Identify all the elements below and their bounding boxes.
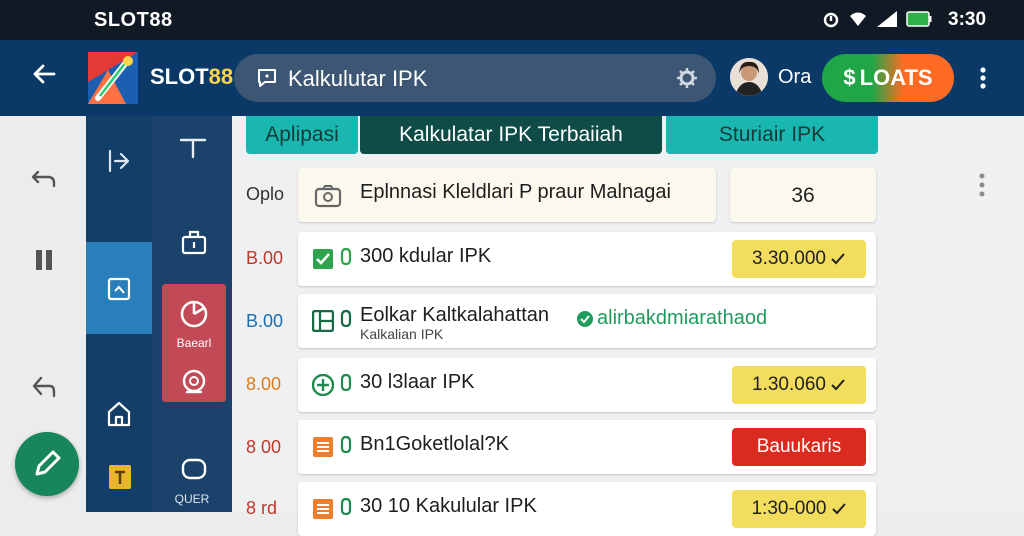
status-badge[interactable]: 1:30-000 [732, 490, 866, 528]
camera-icon [314, 184, 342, 213]
loats-label: LOATS [859, 65, 933, 90]
user-name[interactable]: Ora [778, 66, 811, 89]
text-icon[interactable] [178, 136, 208, 160]
collapse-icon[interactable] [106, 148, 132, 174]
search-input[interactable]: Kalkulutar IPK [288, 66, 427, 92]
undo-icon[interactable] [30, 164, 58, 192]
list-item-title: 30 l3laar IPK [360, 371, 475, 393]
status-badge[interactable]: 3.30.000 [732, 240, 866, 278]
list-item-title: 30 10 Kakulular IPK [360, 495, 537, 517]
pin-icon [340, 434, 352, 461]
nav-rail-primary [86, 116, 152, 512]
avatar[interactable] [730, 58, 768, 96]
row-label: B.00 [246, 311, 284, 331]
pin-icon [340, 308, 352, 335]
more-options-icon[interactable] [978, 66, 988, 95]
app-bar: SLOT88 Kalkulutar IPK Ora $ LOATS [0, 40, 1024, 116]
check-mark-icon [831, 253, 845, 265]
status-brand: SLOT88 [94, 9, 173, 31]
layout-icon [311, 309, 335, 337]
arrow-left-icon [33, 64, 56, 84]
list-item[interactable]: 30 l3laar IPK 1.30.060 [298, 358, 876, 412]
plus-circle-icon [311, 373, 335, 401]
check-mark-icon [831, 503, 846, 515]
alarm-icon [823, 12, 839, 28]
nav-rail-secondary: Baearl QUER [152, 116, 232, 512]
list-item[interactable]: Eolkar Kaltkalahattan Kalkalian IPK alir… [298, 294, 876, 348]
app-title-accent: 88 [208, 64, 234, 89]
reply-icon[interactable] [30, 372, 58, 400]
check-icon [312, 248, 334, 275]
count-value: 36 [791, 184, 815, 207]
settings-icon[interactable] [674, 66, 700, 95]
list-item[interactable]: 30 10 Kakulular IPK 1:30-000 [298, 482, 876, 536]
list-item-title: Eolkar Kaltkalahattan [360, 304, 550, 326]
chat-icon [256, 67, 278, 94]
app-logo[interactable] [88, 52, 138, 104]
chat-bubble-icon[interactable] [180, 456, 208, 484]
verified-link-text: alirbakdmiarathaod [597, 307, 768, 329]
camera-icon [182, 369, 206, 394]
list-item-subtitle: Kalkalian IPK [360, 326, 444, 342]
row-label: 8 00 [246, 437, 282, 457]
status-time: 3:30 [948, 9, 987, 30]
pin-icon [340, 496, 352, 523]
image-icon[interactable] [106, 276, 132, 302]
status-icons [822, 9, 932, 29]
badge-value: 3.30.000 [752, 248, 826, 269]
tab-aplipasi[interactable]: Aplipasi [246, 116, 358, 154]
status-bar: SLOT88 3:30 [0, 0, 1024, 40]
loats-button[interactable]: $ LOATS [822, 54, 954, 102]
list-item-title: Eplnnasi Kleldlari P praur Malnagai [360, 181, 671, 203]
list-item[interactable]: Bn1Goketlolal?K Bauukaris [298, 420, 876, 474]
info-icon[interactable] [108, 464, 132, 490]
dollar-icon: $ [843, 65, 856, 90]
verified-link[interactable]: alirbakdmiarathaod [576, 307, 767, 330]
side-more-icon[interactable] [978, 172, 986, 204]
pause-icon[interactable] [30, 246, 58, 274]
row-label: 8 rd [246, 498, 278, 518]
search-bar[interactable]: Kalkulutar IPK [234, 54, 716, 102]
tab-bar: Aplipasi Kalkulatar IPK Terbaiiah Sturia… [246, 116, 878, 154]
badge-value: 1:30-000 [751, 498, 827, 519]
row-label: Oplo [246, 184, 285, 204]
home-icon[interactable] [106, 400, 132, 428]
pin-icon [340, 372, 352, 399]
nav-rail-bottom-label: QUER [174, 492, 210, 506]
nav-rail-highlight-item[interactable]: Baearl [162, 284, 226, 402]
app-title: SLOT88 [150, 64, 233, 90]
tab-sturiair[interactable]: Sturiair IPK [666, 116, 878, 154]
check-mark-icon [831, 379, 845, 391]
wifi-icon [850, 12, 866, 26]
app-title-main: SLOT [150, 64, 209, 89]
nav-rail-highlight-label: Baearl [176, 336, 212, 350]
status-badge[interactable]: 1.30.060 [732, 366, 866, 404]
list-item-title: Bn1Goketlolal?K [360, 433, 509, 455]
signal-icon [877, 11, 897, 27]
badge-value: 1.30.060 [752, 374, 826, 395]
battery-icon [906, 11, 932, 27]
main-content: Aplipasi Kalkulatar IPK Terbaiiah Sturia… [232, 116, 1024, 536]
list-item[interactable]: Eplnnasi Kleldlari P praur Malnagai [298, 168, 716, 222]
list-icon [312, 436, 334, 463]
edit-icon [35, 450, 61, 476]
list-item-title: 300 kdular IPK [360, 245, 492, 267]
pin-icon [340, 246, 352, 273]
row-label: 8.00 [246, 374, 282, 394]
briefcase-icon[interactable] [180, 228, 208, 256]
list-item[interactable]: 300 kdular IPK 3.30.000 [298, 232, 876, 286]
pie-icon [180, 300, 208, 328]
count-card[interactable]: 36 [730, 168, 876, 222]
row-label: B.00 [246, 248, 284, 268]
back-button[interactable] [30, 60, 60, 90]
verified-icon [577, 310, 593, 327]
tab-kalkulator-terbaik[interactable]: Kalkulatar IPK Terbaiiah [360, 116, 662, 154]
status-badge[interactable]: Bauukaris [732, 428, 866, 466]
edit-fab-button[interactable] [15, 432, 79, 496]
